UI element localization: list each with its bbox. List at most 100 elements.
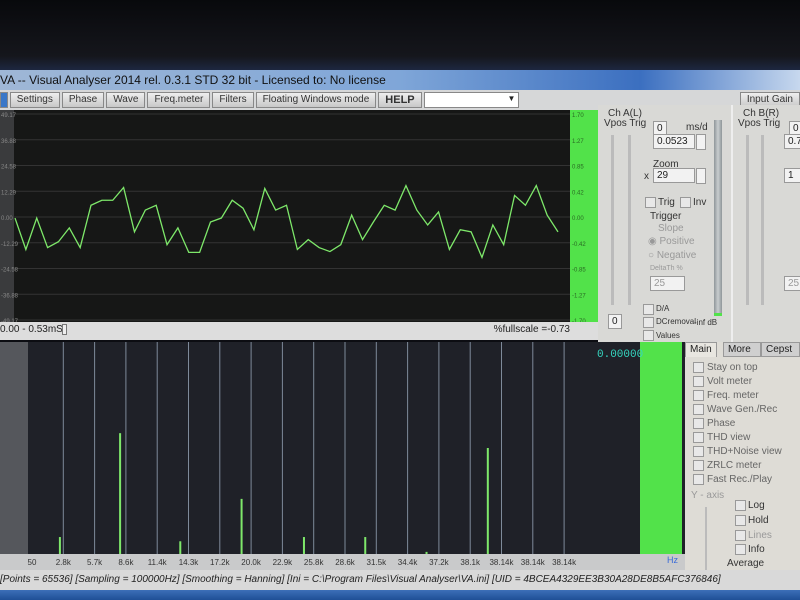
spectrum-peak — [425, 551, 428, 554]
ch-b-vpos-trig: Vpos Trig — [738, 118, 781, 129]
time-range: 0.00 - 0.53mS — [0, 324, 63, 335]
x-tick-label: 22.9k — [273, 558, 294, 567]
status-text: [Points = 65536] [Sampling = 100000Hz] [… — [0, 574, 721, 585]
zoom-input[interactable]: 29 — [653, 168, 695, 183]
waveform-trace — [14, 183, 559, 260]
toolbar-dropdown[interactable]: ▼ — [423, 92, 520, 108]
ch-b-zoom-input[interactable]: 1 — [784, 168, 800, 183]
hold-label: Hold — [748, 515, 769, 526]
delta-input[interactable]: 25 — [650, 276, 685, 291]
fullscale-readout: %fullscale =-0.73 — [493, 324, 570, 335]
option-label: Fast Rec./Play — [707, 474, 773, 485]
ch-b-trig-slider[interactable] — [761, 135, 764, 305]
option-checkbox[interactable] — [693, 390, 704, 401]
spectrum-peak — [486, 448, 489, 554]
title-bar: VA -- Visual Analyser 2014 rel. 0.3.1 ST… — [0, 70, 800, 90]
x-tick-label: 37.2k — [429, 558, 450, 567]
lines-label: Lines — [748, 530, 772, 541]
dcremoval-checkbox[interactable] — [643, 317, 654, 328]
tab-main[interactable]: Main — [685, 342, 717, 357]
ms-per-div-label: ms/d — [686, 122, 708, 133]
ms-spinner[interactable] — [696, 134, 706, 150]
time-scroll-handle[interactable] — [62, 324, 67, 335]
wave-button[interactable]: Wave — [106, 92, 146, 108]
inv-checkbox[interactable] — [680, 197, 691, 208]
phase-button[interactable]: Phase — [61, 92, 105, 108]
x-tick-label: 5.7k — [87, 558, 103, 567]
ch-b-ms-input[interactable]: 0.78 — [784, 134, 800, 149]
filters-button[interactable]: Filters — [212, 92, 254, 108]
option-checkbox[interactable] — [693, 432, 704, 443]
x-tick-label: 50 — [28, 558, 37, 567]
delta-label: DeltaTh % — [650, 265, 683, 272]
option-checkbox[interactable] — [693, 404, 704, 415]
oscilloscope-plot: 49.17 36.88 24.58 12.29 0.00 -12.29 -24.58 -36.… — [0, 110, 570, 322]
spectrum-level-bar — [640, 342, 682, 554]
y-tick-label: 24.58 — [1, 165, 17, 171]
menu-icon[interactable] — [0, 92, 8, 108]
x-tick-label: 11.4k — [148, 558, 168, 567]
log-checkbox[interactable] — [735, 500, 746, 511]
positive-label: Positive — [659, 236, 695, 247]
ms-per-div-input[interactable]: 0.0523 — [653, 134, 695, 149]
tab-more[interactable]: More — [723, 342, 761, 357]
option-checkbox[interactable] — [693, 460, 704, 471]
y-tick-label: 12.29 — [1, 190, 17, 196]
option-label: ZRLC meter — [707, 460, 762, 471]
ch-a-vpos-value[interactable]: 0 — [608, 314, 622, 329]
spectrum-peak — [179, 541, 182, 554]
x-tick-label: 25.8k — [304, 558, 325, 567]
zoom-spinner[interactable] — [696, 168, 706, 184]
lines-checkbox[interactable] — [735, 530, 746, 541]
inv-label: Inv — [693, 197, 707, 208]
option-checkbox[interactable] — [693, 362, 704, 373]
y-axis-strip — [0, 342, 28, 570]
y-tick-label: -24.58 — [1, 268, 19, 274]
option-checkbox[interactable] — [693, 376, 704, 387]
x-tick-label: 17.2k — [210, 558, 231, 567]
values-checkbox[interactable] — [643, 330, 654, 341]
spectrum-plot: 50 2.8k 5.7k 8.6k 11.4k 14.3k 17.2k 20.0k 22.9k 2… — [0, 342, 685, 570]
scope-status: 0.00 - 0.53mS %fullscale =-0.73 — [0, 322, 600, 340]
freq-meter-button[interactable]: Freq.meter — [147, 92, 211, 108]
hold-checkbox[interactable] — [735, 515, 746, 526]
positive-radio[interactable]: ◉ Positive — [648, 236, 695, 247]
spectrum-peak — [240, 498, 243, 554]
x-tick-label: 38.14k — [552, 558, 577, 567]
y-tick-label: -36.88 — [1, 293, 19, 299]
spectrum-peak — [58, 537, 61, 554]
x-tick-label: 14.3k — [179, 558, 200, 567]
ch-a-trig-slider[interactable] — [628, 135, 631, 305]
y-axis-slider[interactable] — [705, 507, 707, 577]
y-tick-label: 0.00 — [1, 216, 13, 222]
floating-windows-button[interactable]: Floating Windows mode — [255, 92, 377, 108]
slope-label: Slope — [658, 223, 684, 234]
y-right-tick-label: -1.27 — [572, 293, 586, 299]
ch-a-vpos-slider[interactable] — [611, 135, 614, 305]
options-panel: Main More Cepst Stay on top Volt meter Fre… — [685, 342, 800, 590]
ch-b-vpos-slider[interactable] — [746, 135, 749, 305]
help-button[interactable]: HELP — [378, 92, 422, 108]
y-right-tick-label: 0.42 — [572, 190, 584, 196]
monitor-bezel — [0, 0, 800, 70]
y-right-tick-label: 0.85 — [572, 165, 584, 171]
option-checkbox[interactable] — [693, 474, 704, 485]
ch-a-level-meter — [714, 120, 722, 316]
values-label: Values — [656, 331, 680, 340]
trig-checkbox[interactable] — [645, 197, 656, 208]
y-right-tick-label: 1.27 — [572, 139, 584, 145]
ch-b-delta-input[interactable]: 25 — [784, 276, 800, 291]
x-tick-label: 38.14k — [521, 558, 546, 567]
option-checkbox[interactable] — [693, 418, 704, 429]
option-label: Freq. meter — [707, 390, 759, 401]
info-checkbox[interactable] — [735, 544, 746, 555]
x-tick-label: 31.5k — [367, 558, 388, 567]
option-label: THD view — [707, 432, 751, 443]
tab-cepst[interactable]: Cepst — [761, 342, 800, 357]
da-checkbox[interactable] — [643, 304, 654, 315]
negative-radio[interactable]: ○ Negative — [648, 250, 696, 261]
option-checkbox[interactable] — [693, 446, 704, 457]
chevron-down-icon: ▼ — [507, 94, 516, 103]
settings-button[interactable]: Settings — [9, 92, 60, 108]
y-axis-label: Y - axis — [691, 490, 725, 501]
